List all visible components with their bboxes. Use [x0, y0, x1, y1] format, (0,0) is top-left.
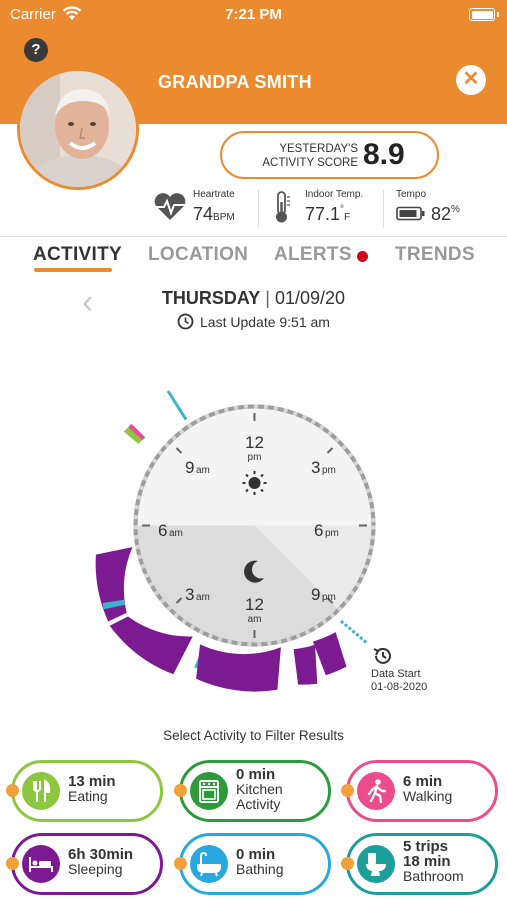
walking-text: 6 min Walking: [403, 774, 452, 804]
sleeping-filter-button[interactable]: 6h 30min Sleeping: [6, 833, 163, 895]
bathroom-text: 5 trips 18 min Bathroom: [403, 839, 464, 884]
bathroom-filter-button[interactable]: 5 trips 18 min Bathroom: [341, 833, 498, 895]
last-update: Last Update 9:51 am: [0, 313, 507, 330]
hour-label-12pm: 12: [245, 433, 264, 452]
date-value: 01/09/20: [275, 288, 346, 308]
divider: [0, 236, 507, 237]
indicator-dot: [6, 784, 19, 797]
hour-label-6pm: 6: [314, 521, 323, 540]
activity-clock[interactable]: 12 pm 3 pm 6 pm 9 pm 12 am 3 am 6 am 9 a…: [0, 330, 507, 720]
tempo-value: 82%: [431, 204, 460, 224]
kitchen-label-line2: Activity: [236, 796, 281, 812]
thermometer-icon: [276, 191, 290, 223]
sleeping-segment[interactable]: [109, 616, 193, 675]
walking-label: Walking: [403, 788, 453, 804]
sleeping-segment[interactable]: [196, 644, 281, 692]
sleeping-segment[interactable]: [293, 644, 318, 685]
eating-label: Eating: [68, 788, 108, 804]
kitchen-activity-filter-button[interactable]: 0 min Kitchen Activity: [174, 760, 331, 822]
hour-label-9pm: 9: [311, 585, 320, 604]
sleeping-segment[interactable]: [95, 547, 133, 622]
indoor-temp-metric: Indoor Temp. 77.1°F: [272, 186, 382, 230]
indicator-dot: [6, 857, 19, 870]
bathtub-icon: [190, 845, 228, 883]
close-button[interactable]: ✕: [456, 65, 486, 95]
kitchen-label-line1: Kitchen: [236, 781, 283, 797]
tab-trends[interactable]: TRENDS: [395, 244, 475, 266]
sleeping-label: Sleeping: [68, 861, 123, 877]
hour-suffix-9am: am: [196, 465, 210, 476]
hour-label-6am: 6: [158, 521, 167, 540]
bathroom-label: Bathroom: [403, 868, 464, 884]
stove-icon: [190, 772, 228, 810]
vital-metrics: Heartrate 74BPM Indoor Temp. 77.1°F Temp…: [0, 186, 507, 230]
indicator-dot: [341, 857, 354, 870]
activity-score-label: YESTERDAY'S ACTIVITY SCORE: [262, 143, 358, 169]
hour-label-12am: 12: [245, 595, 264, 614]
date-separator: |: [265, 288, 270, 308]
heartrate-label: Heartrate: [193, 189, 235, 200]
eating-filter-button[interactable]: 13 min Eating: [6, 760, 163, 822]
hour-label-3pm: 3: [311, 458, 320, 477]
fork-knife-icon: [22, 772, 60, 810]
hour-suffix-3pm: pm: [322, 465, 336, 476]
tab-alerts[interactable]: ALERTS: [274, 244, 352, 266]
indicator-dot: [174, 784, 187, 797]
day-name: THURSDAY: [161, 288, 261, 308]
hour-suffix-9pm: pm: [322, 592, 336, 603]
avatar: [17, 68, 139, 190]
metric-divider: [383, 190, 384, 228]
walking-person-icon: [357, 772, 395, 810]
hour-suffix-3am: am: [196, 592, 210, 603]
toilet-icon: [357, 845, 395, 883]
bathing-filter-button[interactable]: 0 min Bathing: [174, 833, 331, 895]
bathroom-marker[interactable]: [166, 390, 188, 421]
bathing-label: Bathing: [236, 861, 284, 877]
last-update-text: Last Update 9:51 am: [200, 314, 330, 330]
help-button[interactable]: ?: [24, 38, 48, 62]
battery-icon: [469, 8, 499, 21]
eating-text: 13 min Eating: [68, 774, 116, 804]
kitchen-text: 0 min Kitchen Activity: [236, 767, 283, 812]
heartrate-metric: Heartrate 74BPM: [153, 186, 253, 230]
battery-level-icon: [396, 206, 425, 221]
hour-suffix-6pm: pm: [325, 528, 339, 539]
history-icon: [373, 647, 391, 664]
bathing-text: 0 min Bathing: [236, 847, 283, 877]
active-tab-indicator: [34, 268, 112, 272]
sleeping-segment[interactable]: [312, 632, 347, 676]
resident-name: GRANDPA SMITH: [158, 72, 312, 92]
data-start-label: Data Start 01-08-2020: [371, 668, 427, 694]
tempo-label: Tempo: [396, 189, 427, 200]
indoor-temp-label: Indoor Temp.: [305, 189, 364, 200]
alert-indicator-dot: [357, 251, 368, 262]
tab-activity[interactable]: ACTIVITY: [33, 244, 122, 266]
tab-location[interactable]: LOCATION: [148, 244, 248, 266]
hour-suffix-6am: am: [169, 528, 183, 539]
date-heading: THURSDAY | 01/09/20: [0, 288, 507, 309]
status-bar: Carrier 7:21 PM: [0, 0, 507, 30]
hour-suffix-12pm: pm: [248, 452, 262, 463]
filter-instructions: Select Activity to Filter Results: [163, 728, 344, 743]
data-start-marker: [340, 619, 368, 645]
walking-filter-button[interactable]: 6 min Walking: [341, 760, 498, 822]
metric-divider: [258, 190, 259, 228]
data-start-title: Data Start: [371, 668, 421, 680]
heart-icon: [154, 193, 186, 220]
hour-suffix-12am: am: [248, 614, 262, 625]
tempo-metric: Tempo 82%: [396, 186, 496, 230]
indicator-dot: [174, 857, 187, 870]
hour-label-3am: 3: [185, 585, 194, 604]
activity-score-value: 8.9: [363, 138, 405, 171]
hour-label-9am: 9: [185, 458, 194, 477]
clock-icon: [177, 313, 194, 330]
indicator-dot: [341, 784, 354, 797]
status-time: 7:21 PM: [225, 6, 282, 23]
bed-icon: [22, 845, 60, 883]
activity-score-pill: YESTERDAY'S ACTIVITY SCORE 8.9: [220, 131, 439, 179]
sleeping-text: 6h 30min Sleeping: [68, 847, 133, 877]
heartrate-value: 74BPM: [193, 204, 235, 224]
indoor-temp-value: 77.1°F: [305, 204, 351, 224]
data-start-date: 01-08-2020: [371, 681, 428, 693]
